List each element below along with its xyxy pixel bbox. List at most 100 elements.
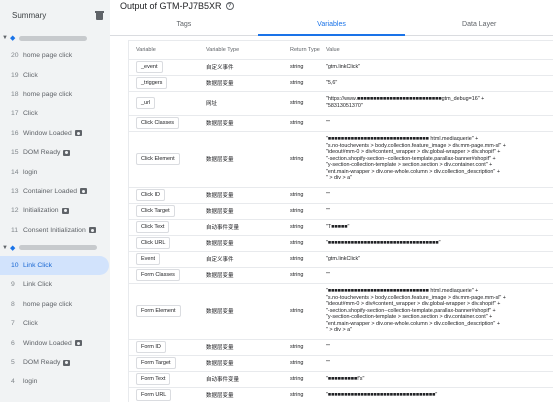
event-number: 10 (11, 262, 19, 270)
variable-name-chip[interactable]: Click ID (136, 189, 165, 201)
variable-name-chip[interactable]: Click Classes (136, 117, 180, 129)
container-group-1[interactable]: ▼ ◆ (0, 30, 110, 46)
table-row: Click Target 数据层变量 string "" (129, 203, 553, 220)
sidebar-event-item[interactable]: 20 home page click (0, 46, 110, 65)
event-number: 17 (11, 110, 19, 118)
api-call-icon (74, 130, 82, 137)
container-icon: ◆ (10, 35, 16, 42)
tab-label: Tags (176, 21, 192, 28)
tab-data-layer[interactable]: Data Layer (405, 14, 553, 35)
variable-name-cell: _url (129, 91, 199, 116)
event-number: 18 (11, 90, 19, 98)
sidebar-event-item[interactable]: 19 Click (0, 65, 110, 84)
event-label: Click (23, 71, 38, 79)
table-row: _triggers 数据层变量 string "5,6" (129, 75, 553, 92)
sidebar-event-item[interactable]: 11 Consent Initialization (0, 221, 110, 240)
table-row: Click Element 数据层变量 string "■■■■■■■■■■■■■■■… (129, 131, 553, 188)
variable-type-cell: 数据层变量 (199, 203, 287, 220)
return-type-cell: string (287, 115, 323, 132)
sidebar-event-item[interactable]: 4 login (0, 372, 110, 391)
sidebar-event-item[interactable]: 10 Link Click (0, 255, 109, 276)
sidebar: Summary ▼ ◆ 20 home page click 19 Click 18 ho… (0, 0, 110, 402)
column-header-variable-type: Variable Type (199, 41, 287, 60)
variable-name-chip[interactable]: Form ID (136, 341, 166, 353)
redacted-group-name (19, 245, 97, 251)
help-icon[interactable]: ? (225, 2, 234, 10)
table-row: _event 自定义事件 string "gtm.linkClick" (129, 59, 553, 76)
variable-name-chip[interactable]: Form Element (136, 305, 181, 317)
sidebar-event-item[interactable]: 17 Click (0, 104, 110, 123)
container-group-2[interactable]: ▼ ◆ (0, 240, 110, 256)
return-type-cell: string (287, 355, 323, 372)
sidebar-event-item[interactable]: 12 Initialization (0, 201, 110, 220)
value-cell: "https://www.■■■■■■■■■■■■■■■■■■■■■■■■■■g… (323, 91, 553, 116)
variable-name-chip[interactable]: Form Target (136, 357, 176, 369)
sidebar-event-item[interactable]: 13 Container Loaded (0, 182, 110, 201)
delete-icon[interactable] (95, 10, 104, 20)
table-row: Form Target 数据层变量 string "" (129, 355, 553, 372)
event-label: DOM Ready (23, 359, 61, 367)
event-number: 15 (11, 149, 19, 157)
variable-name-chip[interactable]: Form Text (136, 373, 171, 385)
sidebar-event-item[interactable]: 18 home page click (0, 85, 110, 104)
variable-name-cell: Click Classes (129, 115, 199, 132)
event-number: 6 (11, 339, 15, 347)
return-type-cell: string (287, 91, 323, 116)
page-title: Output of GTM-PJ7B5XR ? (120, 1, 234, 11)
variable-name-chip[interactable]: Form Classes (136, 269, 180, 281)
sidebar-event-item[interactable]: 15 DOM Ready (0, 143, 110, 162)
value-cell: "■■■■■■■■■■■■■■■■■■■■■■■■■■■■■■■■■" (323, 387, 553, 402)
variable-name-cell: _triggers (129, 75, 199, 92)
sidebar-event-item[interactable]: 9 Link Click (0, 275, 110, 294)
summary-label: Summary (12, 10, 47, 20)
value-cell: "■■■■■■■■■■■■■■■■■■■■■■■■■■■■■■■ html.me… (323, 283, 553, 340)
variable-name-cell: Click Target (129, 203, 199, 220)
return-type-cell: string (287, 187, 323, 204)
variable-name-chip[interactable]: _event (136, 61, 163, 73)
variable-name-chip[interactable]: Event (136, 253, 161, 265)
sidebar-event-item[interactable]: 5 DOM Ready (0, 353, 110, 372)
value-cell: "" (323, 355, 553, 372)
variable-name-chip[interactable]: Click Target (136, 205, 175, 217)
variable-name-chip[interactable]: _triggers (136, 77, 168, 89)
event-label: Link Click (23, 281, 53, 289)
table-row: Form Classes 数据层变量 string "" (129, 267, 553, 284)
sidebar-event-item[interactable]: 16 Window Loaded (0, 124, 110, 143)
sidebar-event-item[interactable]: 8 home page click (0, 295, 110, 314)
table-row: _url 网址 string "https://www.■■■■■■■■■■■■■■■… (129, 91, 553, 116)
sidebar-event-item[interactable]: 7 Click (0, 314, 110, 333)
column-header-value: Value (323, 41, 553, 60)
column-header-return-type: Return Type (287, 41, 323, 60)
event-label: Window Loaded (23, 339, 72, 347)
main-panel: Output of GTM-PJ7B5XR ? Tags Variables D… (110, 0, 553, 402)
table-row: Click Text 自动事件变量 string "T■■■■■" (129, 219, 553, 236)
api-call-icon (63, 359, 71, 366)
value-cell: "■■■■■■■■■■■■■■■■■■■■■■■■■■■■■■■ html.me… (323, 131, 553, 188)
variable-name-chip[interactable]: Click Text (136, 221, 170, 233)
variable-name-cell: Click Element (129, 131, 199, 188)
return-type-cell: string (287, 59, 323, 76)
return-type-cell: string (287, 283, 323, 340)
variable-name-chip[interactable]: Click Element (136, 153, 180, 165)
variable-name-chip[interactable]: _url (136, 97, 156, 109)
table-row: Click ID 数据层变量 string "" (129, 187, 553, 204)
event-number: 19 (11, 71, 19, 79)
variable-name-chip[interactable]: Form URL (136, 389, 172, 401)
sidebar-event-item[interactable]: 6 Window Loaded (0, 333, 110, 352)
variable-type-cell: 数据层变量 (199, 387, 287, 402)
tab-tags[interactable]: Tags (110, 14, 258, 35)
value-cell: "■■■■■■■■■■■■■■■■■■■■■■■■■■■■■■■■■■" (323, 235, 553, 252)
chevron-down-icon[interactable]: ▼ (2, 245, 10, 251)
table-row: Form ID 数据层变量 string "" (129, 339, 553, 356)
event-number: 13 (11, 187, 19, 195)
summary-item[interactable]: Summary (0, 0, 110, 30)
table-row: Form Element 数据层变量 string "■■■■■■■■■■■■■■■■… (129, 283, 553, 340)
variable-type-cell: 数据层变量 (199, 75, 287, 92)
variable-name-chip[interactable]: Click URL (136, 237, 171, 249)
chevron-down-icon[interactable]: ▼ (2, 35, 10, 41)
tab-variables[interactable]: Variables (257, 14, 406, 36)
event-number: 11 (11, 226, 19, 234)
value-cell: "T■■■■■" (323, 219, 553, 236)
sidebar-event-item[interactable]: 14 login (0, 162, 110, 181)
return-type-cell: string (287, 75, 323, 92)
